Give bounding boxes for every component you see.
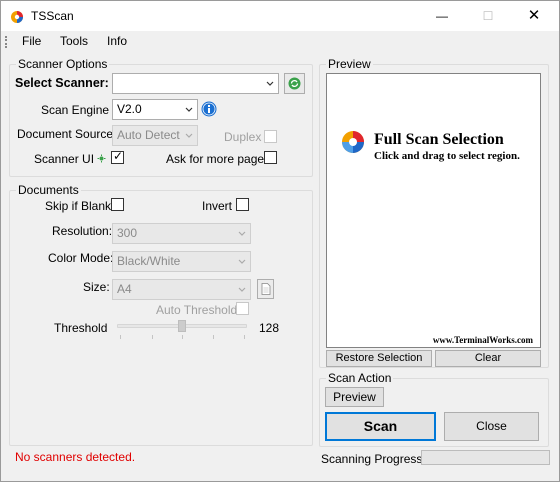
duplex-label: Duplex bbox=[224, 130, 262, 144]
documents-legend: Documents bbox=[16, 183, 81, 197]
color-mode-value: Black/White bbox=[117, 254, 181, 268]
preview-logo-subtitle: Click and drag to select region. bbox=[374, 150, 520, 162]
scan-engine-label: Scan Engine bbox=[41, 103, 110, 117]
resolution-label: Resolution: bbox=[52, 224, 113, 238]
ask-more-pages-checkbox[interactable] bbox=[264, 151, 277, 164]
skip-blank-label: Skip if Blank bbox=[45, 199, 112, 213]
chevron-down-icon bbox=[238, 259, 246, 264]
scanner-ui-label: Scanner UI bbox=[34, 152, 95, 166]
document-icon bbox=[261, 283, 271, 295]
scanner-ui-checkbox[interactable]: ✓ bbox=[111, 149, 124, 164]
scanner-ui-indicator-icon bbox=[97, 154, 106, 163]
restore-selection-button[interactable]: Restore Selection bbox=[326, 350, 432, 367]
scan-engine-dropdown[interactable]: V2.0 bbox=[112, 99, 198, 120]
refresh-icon bbox=[288, 77, 301, 90]
scan-engine-value: V2.0 bbox=[117, 102, 142, 116]
resolution-dropdown[interactable]: 300 bbox=[112, 223, 251, 244]
color-mode-label: Color Mode: bbox=[48, 251, 114, 265]
close-button[interactable]: Close bbox=[444, 412, 539, 441]
page-size-button[interactable] bbox=[257, 279, 274, 299]
slider-tick bbox=[152, 335, 153, 339]
skip-blank-checkbox[interactable] bbox=[111, 198, 124, 211]
auto-threshold-label: Auto Threshold bbox=[156, 303, 238, 317]
document-source-value: Auto Detect bbox=[117, 128, 180, 142]
preview-url: www.TerminalWorks.com bbox=[432, 335, 533, 345]
slider-tick bbox=[120, 335, 121, 339]
chevron-down-icon bbox=[185, 107, 193, 112]
menu-grip-icon bbox=[5, 36, 7, 48]
size-value: A4 bbox=[117, 282, 132, 296]
preview-button[interactable]: Preview bbox=[325, 387, 384, 407]
menu-tools[interactable]: Tools bbox=[58, 34, 90, 48]
status-message: No scanners detected. bbox=[15, 450, 136, 464]
preview-legend: Preview bbox=[326, 57, 373, 71]
document-source-label: Document Source: bbox=[17, 127, 117, 141]
select-scanner-dropdown[interactable] bbox=[112, 73, 279, 94]
auto-threshold-checkbox[interactable] bbox=[236, 302, 249, 315]
minimize-button[interactable]: — bbox=[419, 1, 465, 31]
threshold-slider-thumb[interactable] bbox=[178, 320, 186, 332]
color-mode-dropdown[interactable]: Black/White bbox=[112, 251, 251, 272]
maximize-button[interactable]: ☐ bbox=[465, 1, 511, 31]
document-source-dropdown[interactable]: Auto Detect bbox=[112, 125, 198, 146]
threshold-label: Threshold bbox=[54, 321, 108, 335]
scanning-progress-bar bbox=[421, 450, 550, 465]
resolution-value: 300 bbox=[117, 226, 138, 240]
duplex-checkbox[interactable] bbox=[264, 130, 277, 143]
ask-more-pages-label: Ask for more pages bbox=[166, 152, 271, 166]
tsscan-window: TSScan — ☐ ✕ File Tools Info Scanner Opt… bbox=[0, 0, 560, 482]
size-label: Size: bbox=[83, 280, 110, 294]
preview-logo-title: Full Scan Selection bbox=[374, 131, 504, 148]
chevron-down-icon bbox=[185, 133, 193, 138]
scan-action-legend: Scan Action bbox=[326, 371, 394, 385]
clear-button[interactable]: Clear bbox=[435, 350, 541, 367]
scanner-options-legend: Scanner Options bbox=[16, 57, 110, 71]
full-scan-logo-icon bbox=[342, 131, 364, 153]
menu-info[interactable]: Info bbox=[105, 34, 129, 48]
chevron-down-icon bbox=[266, 81, 274, 86]
scan-button[interactable]: Scan bbox=[325, 412, 436, 441]
size-dropdown[interactable]: A4 bbox=[112, 279, 251, 300]
tsscan-logo-icon bbox=[11, 11, 23, 23]
chevron-down-icon bbox=[238, 231, 246, 236]
chevron-down-icon bbox=[238, 287, 246, 292]
select-scanner-label: Select Scanner: bbox=[15, 76, 109, 90]
title-bar: TSScan — ☐ ✕ bbox=[1, 1, 559, 31]
menu-file[interactable]: File bbox=[20, 34, 43, 48]
close-window-button[interactable]: ✕ bbox=[511, 1, 557, 31]
slider-tick bbox=[244, 335, 245, 339]
info-icon[interactable] bbox=[201, 101, 217, 117]
threshold-slider[interactable] bbox=[117, 319, 247, 341]
slider-tick bbox=[213, 335, 214, 339]
threshold-value: 128 bbox=[259, 321, 280, 335]
invert-checkbox[interactable] bbox=[236, 198, 249, 211]
slider-tick bbox=[182, 335, 183, 339]
checkmark-icon: ✓ bbox=[113, 149, 124, 163]
scanning-progress-label: Scanning Progress bbox=[321, 452, 423, 466]
window-title: TSScan bbox=[31, 9, 74, 23]
preview-area[interactable]: Full Scan Selection Click and drag to se… bbox=[326, 73, 541, 348]
invert-label: Invert bbox=[202, 199, 233, 213]
menu-bar: File Tools Info bbox=[1, 31, 559, 53]
refresh-scanners-button[interactable] bbox=[284, 73, 305, 94]
